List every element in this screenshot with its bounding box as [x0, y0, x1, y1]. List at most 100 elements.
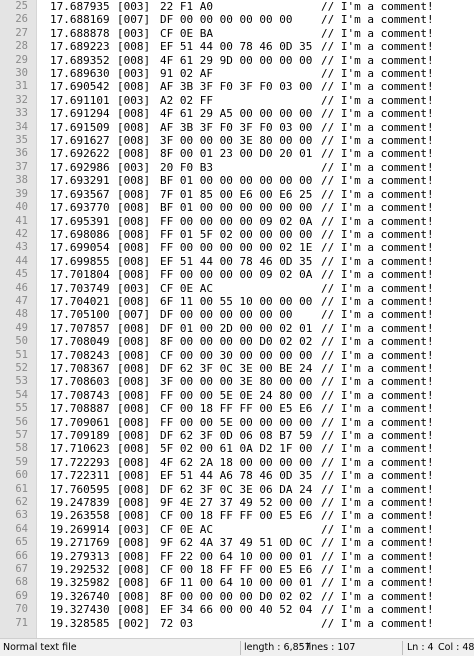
- code-line[interactable]: 34 17.691509 [008] AF 3B 3F F0 3F F0 03 00 /…: [0, 121, 474, 134]
- message-id-text: [008]: [117, 227, 151, 241]
- comment-text: // I'm a comment!: [321, 294, 434, 308]
- comment-text: // I'm a comment!: [321, 415, 434, 429]
- data-bytes-text: FF 00 00 5E 0E 24 80 00: [160, 388, 313, 402]
- timestamp-text: 17.760595: [50, 482, 110, 496]
- line-number: 27: [15, 26, 28, 39]
- timestamp-text: 17.708367: [50, 361, 110, 375]
- code-line[interactable]: 30 17.689630 [003] 91 02 AF // I'm a comment…: [0, 67, 474, 80]
- code-line[interactable]: 25 17.687935 [003] 22 F1 A0 // I'm a comment…: [0, 0, 474, 13]
- code-line[interactable]: 54 17.708743 [008] FF 00 00 5E 0E 24 80 00 /…: [0, 389, 474, 402]
- code-line[interactable]: 57 17.709189 [008] DF 62 3F 0D 06 08 B7 59 /…: [0, 429, 474, 442]
- data-bytes-text: 4F 62 2A 18 00 00 00 00: [160, 455, 313, 469]
- code-line[interactable]: 68 19.325982 [008] 6F 11 00 64 10 00 00 01 /…: [0, 576, 474, 589]
- timestamp-text: 17.709061: [50, 415, 110, 429]
- code-line[interactable]: 71 19.328585 [002] 72 03 // I'm a comment!: [0, 617, 474, 630]
- line-number: 31: [15, 80, 28, 93]
- text-area[interactable]: 25 17.687935 [003] 22 F1 A0 // I'm a comment…: [0, 0, 474, 630]
- comment-text: // I'm a comment!: [321, 616, 434, 630]
- code-line[interactable]: 35 17.691627 [008] 3F 00 00 00 3E 80 00 00 /…: [0, 134, 474, 147]
- comment-text: // I'm a comment!: [321, 308, 434, 322]
- timestamp-text: 19.263558: [50, 509, 110, 523]
- code-line[interactable]: 47 17.704021 [008] 6F 11 00 55 10 00 00 00 /…: [0, 295, 474, 308]
- data-bytes-text: DF 01 00 2D 00 00 02 01: [160, 321, 313, 335]
- timestamp-text: 17.699855: [50, 254, 110, 268]
- line-number: 28: [15, 40, 28, 53]
- line-number: 59: [15, 455, 28, 468]
- status-divider: [402, 641, 403, 655]
- data-bytes-text: 9F 4E 27 37 49 52 00 00: [160, 496, 313, 510]
- code-line[interactable]: 62 19.247839 [008] 9F 4E 27 37 49 52 00 00 /…: [0, 496, 474, 509]
- code-line[interactable]: 61 17.760595 [008] DF 62 3F 0C 3E 06 DA 24 /…: [0, 483, 474, 496]
- code-line[interactable]: 53 17.708603 [008] 3F 00 00 00 3E 80 00 00 /…: [0, 375, 474, 388]
- data-bytes-text: 6F 11 00 64 10 00 00 01: [160, 576, 313, 590]
- code-line[interactable]: 45 17.701804 [008] FF 00 00 00 00 09 02 0A /…: [0, 268, 474, 281]
- message-id-text: [008]: [117, 147, 151, 161]
- code-line[interactable]: 52 17.708367 [008] DF 62 3F 0C 3E 00 BE 24 /…: [0, 362, 474, 375]
- data-bytes-text: DF 00 00 00 00 00 00: [160, 13, 293, 27]
- code-line[interactable]: 50 17.708049 [008] 8F 00 00 00 00 D0 02 02 /…: [0, 335, 474, 348]
- data-bytes-text: 22 F1 A0: [160, 0, 213, 13]
- comment-text: // I'm a comment!: [321, 187, 434, 201]
- code-line[interactable]: 67 19.292532 [008] CF 00 18 FF FF 00 E5 E6 /…: [0, 563, 474, 576]
- code-line[interactable]: 48 17.705100 [007] DF 00 00 00 00 00 00 // I…: [0, 308, 474, 321]
- code-line[interactable]: 44 17.699855 [008] EF 51 44 00 78 46 0D 35 /…: [0, 255, 474, 268]
- code-line[interactable]: 40 17.693770 [008] BF 01 00 00 00 00 00 00 /…: [0, 201, 474, 214]
- code-line[interactable]: 46 17.703749 [003] CF 0E AC // I'm a comment…: [0, 282, 474, 295]
- code-line[interactable]: 43 17.699054 [008] FF 00 00 00 00 00 02 1E /…: [0, 241, 474, 254]
- file-type-label: Normal text file: [3, 642, 77, 653]
- code-line[interactable]: 41 17.695391 [008] FF 00 00 00 00 09 02 0A /…: [0, 215, 474, 228]
- code-line[interactable]: 26 17.688169 [007] DF 00 00 00 00 00 00 // I…: [0, 13, 474, 26]
- code-line[interactable]: 59 17.722293 [008] 4F 62 2A 18 00 00 00 00 /…: [0, 456, 474, 469]
- code-line[interactable]: 51 17.708243 [008] CF 00 00 30 00 00 00 00 /…: [0, 349, 474, 362]
- message-id-text: [008]: [117, 589, 151, 603]
- data-bytes-text: 20 F0 B3: [160, 160, 213, 174]
- code-line[interactable]: 33 17.691294 [008] 4F 61 29 A5 00 00 00 00 /…: [0, 107, 474, 120]
- comment-text: // I'm a comment!: [321, 496, 434, 510]
- code-line[interactable]: 70 19.327430 [008] EF 34 66 00 00 40 52 04 /…: [0, 603, 474, 616]
- code-line[interactable]: 29 17.689352 [008] 4F 61 29 9D 00 00 00 00 /…: [0, 54, 474, 67]
- data-bytes-text: 3F 00 00 00 3E 80 00 00: [160, 134, 313, 148]
- code-line[interactable]: 69 19.326740 [008] 8F 00 00 00 00 D0 02 02 /…: [0, 590, 474, 603]
- code-line[interactable]: 27 17.688878 [003] CF 0E BA // I'm a comment…: [0, 27, 474, 40]
- code-line[interactable]: 38 17.693291 [008] BF 01 00 00 00 00 00 00 /…: [0, 174, 474, 187]
- code-line[interactable]: 55 17.708887 [008] CF 00 18 FF FF 00 E5 E6 /…: [0, 402, 474, 415]
- comment-text: // I'm a comment!: [321, 469, 434, 483]
- message-id-text: [003]: [117, 93, 151, 107]
- code-line[interactable]: 60 17.722311 [008] EF 51 44 A6 78 46 0D 35 /…: [0, 469, 474, 482]
- message-id-text: [008]: [117, 294, 151, 308]
- code-line[interactable]: 37 17.692986 [003] 20 F0 B3 // I'm a comment…: [0, 161, 474, 174]
- comment-text: // I'm a comment!: [321, 536, 434, 550]
- code-line[interactable]: 65 19.271769 [008] 9F 62 4A 37 49 51 0D 0C /…: [0, 536, 474, 549]
- code-line[interactable]: 31 17.690542 [008] AF 3B 3F F0 3F F0 03 00 /…: [0, 80, 474, 93]
- code-line[interactable]: 36 17.692622 [008] 8F 00 01 23 00 D0 20 01 /…: [0, 147, 474, 160]
- message-id-text: [008]: [117, 603, 151, 617]
- comment-text: // I'm a comment!: [321, 0, 434, 13]
- timestamp-text: 19.325982: [50, 576, 110, 590]
- timestamp-text: 19.247839: [50, 496, 110, 510]
- code-line[interactable]: 63 19.263558 [008] CF 00 18 FF FF 00 E5 E6 /…: [0, 509, 474, 522]
- timestamp-text: 17.688169: [50, 13, 110, 27]
- line-number: 51: [15, 348, 28, 361]
- editor[interactable]: 25 17.687935 [003] 22 F1 A0 // I'm a comment…: [0, 0, 474, 638]
- message-id-text: [008]: [117, 563, 151, 577]
- comment-text: // I'm a comment!: [321, 268, 434, 282]
- timestamp-text: 17.698086: [50, 227, 110, 241]
- line-number: 65: [15, 536, 28, 549]
- code-line[interactable]: 49 17.707857 [008] DF 01 00 2D 00 00 02 01 /…: [0, 322, 474, 335]
- data-bytes-text: 8F 00 01 23 00 D0 20 01: [160, 147, 313, 161]
- message-id-text: [003]: [117, 26, 151, 40]
- status-bar: Normal text file length : 6,857 lines : …: [0, 638, 474, 656]
- code-line[interactable]: 28 17.689223 [008] EF 51 44 00 78 46 0D 35 /…: [0, 40, 474, 53]
- code-line[interactable]: 58 17.710623 [008] 5F 02 00 61 0A D2 1F 00 /…: [0, 442, 474, 455]
- timestamp-text: 17.699054: [50, 241, 110, 255]
- code-line[interactable]: 56 17.709061 [008] FF 00 00 5E 00 00 00 00 /…: [0, 416, 474, 429]
- line-number: 37: [15, 160, 28, 173]
- timestamp-text: 17.708887: [50, 402, 110, 416]
- code-line[interactable]: 39 17.693567 [008] 7F 01 85 00 E6 00 E6 25 /…: [0, 188, 474, 201]
- line-number: 52: [15, 361, 28, 374]
- code-line[interactable]: 66 19.279313 [008] FF 22 00 64 10 00 00 01 /…: [0, 550, 474, 563]
- code-line[interactable]: 64 19.269914 [003] CF 0E AC // I'm a comment…: [0, 523, 474, 536]
- message-id-text: [008]: [117, 375, 151, 389]
- code-line[interactable]: 32 17.691101 [003] A2 02 FF // I'm a comment…: [0, 94, 474, 107]
- code-line[interactable]: 42 17.698086 [008] FF 01 5F 02 00 00 00 00 /…: [0, 228, 474, 241]
